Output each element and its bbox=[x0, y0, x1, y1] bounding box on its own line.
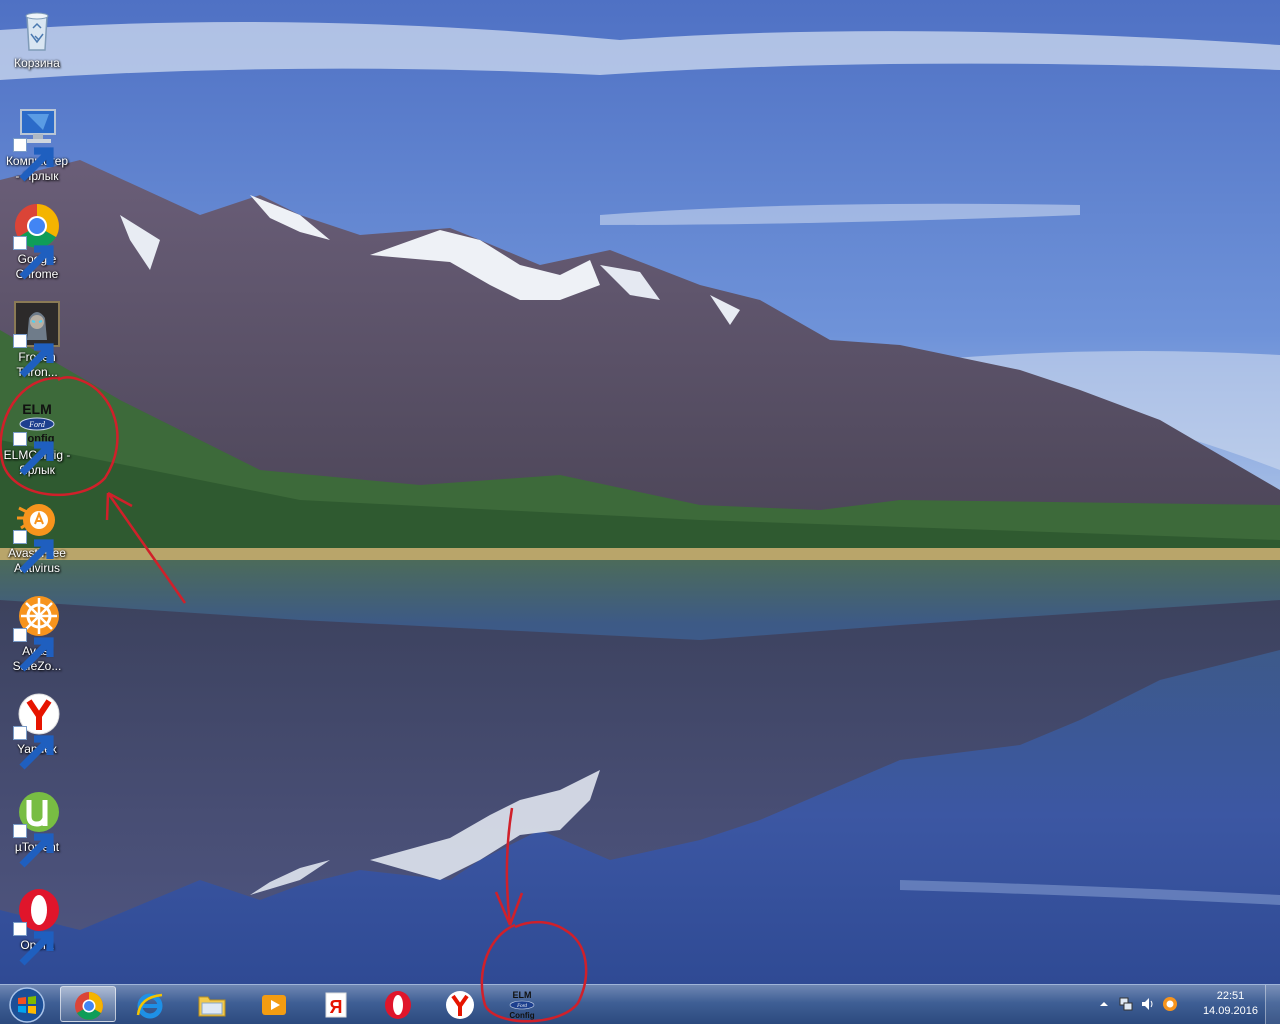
elm-logo-text: ELM bbox=[513, 990, 532, 1000]
ford-logo-text: Ford bbox=[28, 420, 46, 429]
opera-icon bbox=[13, 888, 61, 966]
shortcut-arrow-icon bbox=[13, 432, 54, 476]
network-icon[interactable] bbox=[1118, 996, 1134, 1012]
svg-text:Я: Я bbox=[330, 997, 343, 1017]
desktop-icon-google-chrome[interactable]: Google Chrome bbox=[0, 196, 74, 282]
elmconfig-icon: ELM Ford Config bbox=[509, 990, 534, 1020]
desktop-icon-yandex[interactable]: Yandex bbox=[0, 686, 74, 770]
clock-time: 22:51 bbox=[1216, 990, 1245, 1002]
avast-icon bbox=[13, 496, 61, 574]
taskbar-yandex[interactable] bbox=[432, 986, 488, 1022]
desktop-icon-label: Корзина bbox=[14, 56, 60, 70]
taskbar-internet-explorer[interactable] bbox=[122, 986, 178, 1022]
taskbar-elmconfig[interactable]: ELM Ford Config bbox=[494, 986, 550, 1022]
config-logo-text: Config bbox=[509, 1011, 534, 1020]
shortcut-arrow-icon bbox=[13, 138, 54, 182]
recycle-bin-icon bbox=[13, 6, 61, 54]
clock[interactable]: 22:51 14.09.2016 bbox=[1203, 989, 1258, 1019]
desktop-icon-frozen-throne[interactable]: Frozen Thron... bbox=[0, 294, 74, 380]
taskbar[interactable]: Я ELM Ford Config 22:51 14.09.2016 bbox=[0, 984, 1280, 1024]
windows-logo-icon bbox=[9, 987, 45, 1023]
safezone-helm-icon bbox=[13, 594, 61, 672]
shortcut-arrow-icon bbox=[13, 726, 54, 770]
chrome-icon bbox=[75, 992, 103, 1020]
start-button[interactable] bbox=[2, 986, 52, 1024]
desktop-icon-utorrent[interactable]: µTorrent bbox=[0, 784, 74, 868]
taskbar-yandex-browser[interactable]: Я bbox=[308, 986, 364, 1022]
elm-logo-text: ELM bbox=[22, 401, 52, 417]
shortcut-arrow-icon bbox=[13, 824, 54, 868]
volume-icon[interactable] bbox=[1140, 996, 1156, 1012]
show-desktop-button[interactable] bbox=[1265, 985, 1280, 1024]
elmconfig-icon: ELM Ford onfig bbox=[13, 398, 61, 476]
media-player-icon bbox=[262, 995, 286, 1015]
desktop[interactable]: Корзина Компьютер - Ярлык Google Chrome … bbox=[0, 0, 1280, 1024]
shortcut-arrow-icon bbox=[13, 922, 54, 966]
desktop-icon-avast-safezone[interactable]: Avast SafeZo... bbox=[0, 588, 74, 674]
yandex-icon bbox=[13, 692, 61, 770]
desktop-icon-avast-free-antivirus[interactable]: Avast Free Antivirus bbox=[0, 490, 74, 576]
avast-tray-icon[interactable] bbox=[1162, 996, 1178, 1012]
shortcut-arrow-icon bbox=[13, 236, 54, 280]
internet-explorer-icon bbox=[136, 993, 163, 1019]
taskbar-explorer[interactable] bbox=[184, 986, 240, 1022]
frozen-throne-icon bbox=[13, 300, 61, 378]
desktop-icon-recycle-bin[interactable]: Корзина bbox=[0, 0, 74, 71]
utorrent-icon bbox=[13, 790, 61, 868]
clock-date: 14.09.2016 bbox=[1202, 1005, 1258, 1017]
shortcut-arrow-icon bbox=[13, 530, 54, 574]
desktop-icon-computer[interactable]: Компьютер - Ярлык bbox=[0, 98, 74, 184]
shortcut-arrow-icon bbox=[13, 334, 54, 378]
chrome-icon bbox=[13, 202, 61, 280]
desktop-icon-opera[interactable]: Opera bbox=[0, 882, 74, 966]
shortcut-arrow-icon bbox=[13, 628, 54, 672]
computer-icon bbox=[13, 104, 61, 182]
folder-icon bbox=[198, 996, 226, 1017]
taskbar-opera[interactable] bbox=[370, 986, 426, 1022]
taskbar-media-player[interactable] bbox=[246, 986, 302, 1022]
desktop-icon-elmconfig[interactable]: ELM Ford onfig ELMConfig - Ярлык bbox=[0, 392, 74, 478]
yandex-ya-icon: Я bbox=[325, 992, 347, 1018]
show-hidden-icons-arrow[interactable] bbox=[1096, 996, 1112, 1012]
ford-logo-text: Ford bbox=[516, 1004, 527, 1009]
yandex-icon bbox=[446, 991, 474, 1019]
opera-icon bbox=[385, 991, 411, 1019]
wallpaper bbox=[0, 0, 1280, 984]
system-tray: 22:51 14.09.2016 bbox=[1090, 985, 1280, 1024]
taskbar-chrome[interactable] bbox=[60, 986, 116, 1022]
